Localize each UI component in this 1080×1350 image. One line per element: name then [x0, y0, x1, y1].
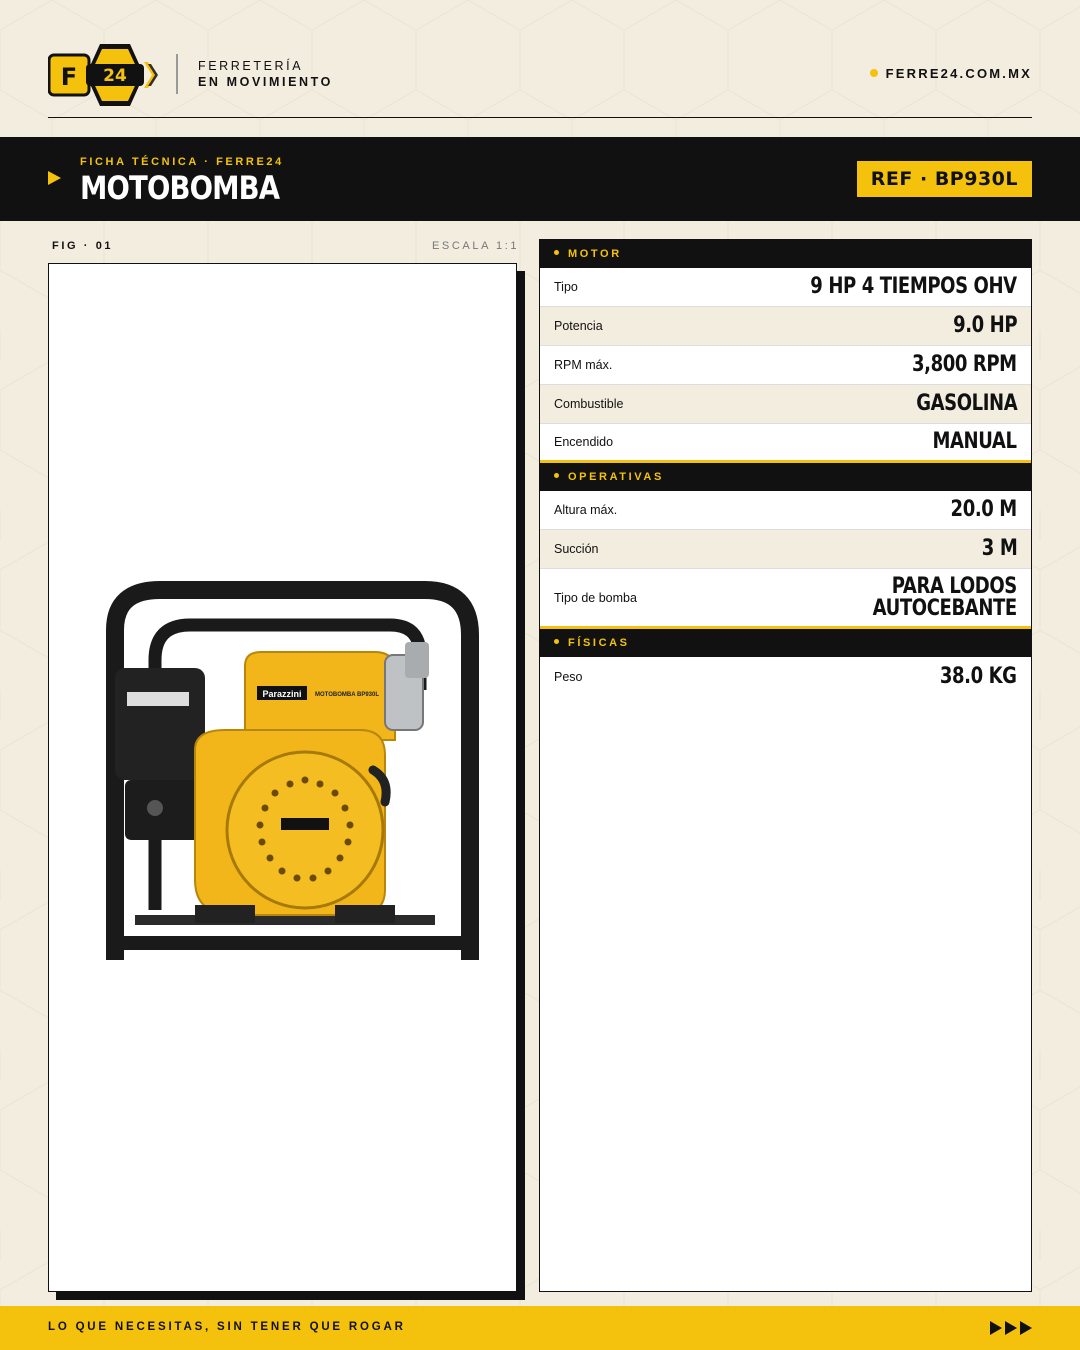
section-title: OPERATIVAS [568, 471, 664, 483]
spec-value: GASOLINA [915, 391, 1018, 416]
tagline-line1: FERRETERÍA [198, 59, 304, 73]
dot-icon [869, 69, 878, 77]
spec-value: MANUAL [932, 429, 1018, 454]
spec-row-tipo-bomba: Tipo de bomba PARA LODOS AUTOCEBANTE [540, 569, 1031, 629]
spec-label: RPM máx. [554, 358, 613, 372]
triple-play-arrows-icon [990, 1321, 1032, 1335]
site-header: F 24 FERRETERÍA EN MOVIMIENTO FERRE24.CO… [48, 40, 1032, 118]
logo-letter: F [61, 63, 77, 91]
spec-value: 9.0 HP [952, 313, 1018, 338]
bullet-icon [554, 250, 559, 255]
title-banner: FICHA TÉCNICA · FERRE24 MOTOBOMBA REF · … [0, 137, 1080, 221]
section-title: MOTOR [568, 248, 622, 260]
section-title: FÍSICAS [568, 637, 630, 649]
spec-row-peso: Peso 38.0 KG [540, 657, 1031, 696]
spec-label: Encendido [554, 435, 614, 449]
spec-value: 20.0 M [950, 497, 1018, 522]
spec-row-succion: Succión 3 M [540, 530, 1031, 569]
tagline-line2: EN MOVIMIENTO [198, 75, 333, 89]
figure-frame: Parazzini MOTOBOMBA BP930L [48, 263, 517, 1292]
spec-value: 9 HP 4 TIEMPOS OHV [810, 274, 1018, 299]
play-arrow-icon [48, 171, 61, 185]
spec-row-altura: Altura máx. 20.0 M [540, 491, 1031, 530]
spec-label: Potencia [554, 319, 603, 333]
spec-row-potencia: Potencia 9.0 HP [540, 307, 1031, 346]
website-link[interactable]: FERRE24.COM.MX [869, 66, 1032, 81]
motopump-product-image: Parazzini MOTOBOMBA BP930L [106, 581, 479, 960]
spec-row-encendido: Encendido MANUAL [540, 424, 1031, 463]
spec-value-line1: PARA LODOS [891, 573, 1017, 599]
footer-bar: LO QUE NECESITAS, SIN TENER QUE ROGAR [0, 1306, 1080, 1350]
ref-badge: REF · BP930L [856, 161, 1032, 197]
spec-value-multiline: PARA LODOS AUTOCEBANTE [872, 573, 1018, 621]
spec-row-combustible: Combustible GASOLINA [540, 385, 1031, 424]
spec-label: Combustible [554, 397, 624, 411]
spec-value-line2: AUTOCEBANTE [872, 595, 1018, 621]
spec-value: 38.0 KG [940, 663, 1017, 689]
banner-kicker: FICHA TÉCNICA · FERRE24 [80, 156, 284, 168]
ferre24-logo[interactable]: F 24 [48, 42, 160, 108]
figure-label: FIG · 01 [52, 240, 114, 252]
product-brand-label: Parazzini [262, 689, 301, 699]
product-model-label: MOTOBOMBA BP930L [315, 692, 379, 698]
page-title: MOTOBOMBA [80, 169, 280, 207]
spec-label: Tipo [554, 280, 578, 294]
logo-divider [176, 54, 178, 94]
spec-label: Succión [554, 542, 599, 556]
spec-sheet-panel: MOTOR Tipo 9 HP 4 TIEMPOS OHV Potencia 9… [539, 239, 1032, 1292]
spec-row-tipo: Tipo 9 HP 4 TIEMPOS OHV [540, 268, 1031, 307]
footer-slogan: LO QUE NECESITAS, SIN TENER QUE ROGAR [48, 1321, 406, 1333]
scale-label: ESCALA 1:1 [432, 240, 520, 252]
bullet-icon [554, 639, 559, 644]
tagline: FERRETERÍA EN MOVIMIENTO [198, 58, 333, 90]
spec-row-rpm: RPM máx. 3,800 RPM [540, 346, 1031, 385]
spec-value: 3 M [981, 536, 1017, 561]
section-header-motor: MOTOR [540, 240, 1031, 268]
website-text: FERRE24.COM.MX [885, 66, 1032, 81]
section-header-operativas: OPERATIVAS [540, 463, 1031, 491]
logo-number: 24 [103, 66, 127, 86]
spec-label: Altura máx. [554, 503, 618, 517]
bullet-icon [554, 473, 559, 478]
spec-value: 3,800 RPM [912, 352, 1017, 377]
spec-label: Tipo de bomba [554, 590, 637, 605]
spec-label: Peso [554, 669, 583, 684]
section-header-fisicas: FÍSICAS [540, 629, 1031, 657]
